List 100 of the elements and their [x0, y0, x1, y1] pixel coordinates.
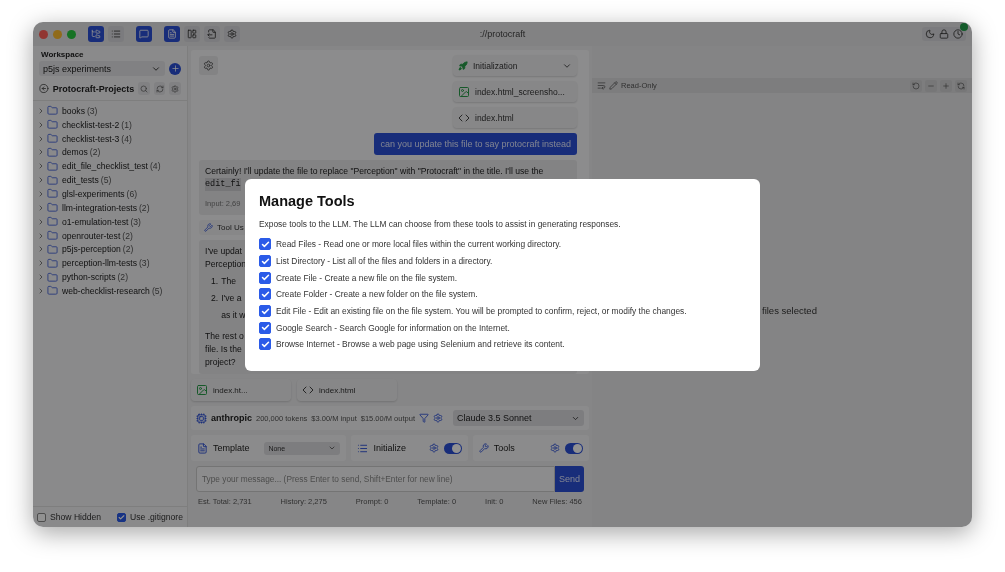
message-text: as it w	[221, 309, 246, 322]
plus-icon	[170, 64, 180, 73]
clock-icon[interactable]	[953, 29, 963, 39]
template-label: Template	[213, 443, 251, 453]
zoom-out-button[interactable]	[925, 79, 937, 92]
message-text: Certainly! I'll update the file to replace "Perception" with "Protocraft" in the title. I'll use the	[205, 165, 544, 178]
empty-message: files selected	[762, 304, 817, 316]
folder-name[interactable]: o1-emulation-test (3)	[62, 216, 141, 227]
window-title: ://protocraft	[479, 29, 526, 39]
moon-icon[interactable]	[925, 29, 935, 39]
add-workspace-button[interactable]	[169, 62, 181, 75]
checkbox[interactable]	[259, 338, 271, 351]
settings-button[interactable]	[169, 82, 181, 95]
initialize-label: Initialize	[373, 443, 407, 453]
folder-name[interactable]: web-checklist-research (5)	[62, 285, 163, 296]
reload-button[interactable]	[955, 79, 967, 92]
user-message: can you update this file to say protocraft instead	[374, 133, 577, 155]
tool-label: List Directory - List all of the files and folders in a directory.	[276, 256, 493, 267]
export-button[interactable]	[204, 26, 220, 42]
folder-name[interactable]: books (3)	[62, 105, 98, 116]
zoom-in-button[interactable]	[940, 79, 952, 92]
chip-icon	[196, 412, 207, 424]
message-text: Perception	[205, 258, 247, 271]
lock-icon[interactable]	[939, 29, 949, 39]
settings-icon[interactable]	[433, 413, 443, 423]
message-text: I've a	[221, 292, 242, 305]
filter-icon[interactable]	[419, 413, 429, 423]
rocket-icon	[458, 60, 468, 71]
folder-name[interactable]: python-scripts (2)	[62, 272, 128, 283]
folder-name[interactable]: checklist-test-3 (4)	[62, 133, 132, 144]
image-icon	[196, 384, 208, 396]
folder-name[interactable]: edit_tests (5)	[62, 175, 112, 186]
chat-icon	[139, 29, 149, 39]
refresh-icon	[957, 81, 965, 90]
checkbox[interactable]	[259, 271, 271, 284]
checkbox-label: Use .gitignore	[129, 512, 183, 522]
tree-button[interactable]	[88, 26, 104, 42]
checkbox[interactable]	[259, 321, 271, 334]
pencil-icon[interactable]	[609, 81, 618, 90]
close-button[interactable]	[39, 29, 48, 39]
back-icon[interactable]	[39, 83, 49, 94]
layout-button[interactable]	[184, 26, 200, 42]
folder-name[interactable]: perception-llm-tests (3)	[62, 258, 150, 269]
settings-button[interactable]	[199, 56, 218, 75]
file-button[interactable]	[164, 26, 180, 42]
initialize-toggle[interactable]	[443, 442, 462, 454]
checkbox[interactable]	[116, 512, 126, 522]
folder-icon	[47, 133, 58, 145]
dialog-description: Expose tools to the LLM. The LLM can choose from these tools to assist in generating responses.	[259, 219, 622, 229]
plus-icon	[942, 81, 950, 90]
tool-label: Read Files - Read one or more local files within the current working directory.	[276, 239, 562, 250]
folder-name[interactable]: llm-integration-tests (2)	[62, 202, 150, 213]
folder-icon	[47, 243, 58, 255]
zoom-button[interactable]	[67, 29, 76, 39]
refresh-button[interactable]	[153, 82, 166, 95]
checkbox[interactable]	[259, 305, 271, 318]
folder-name[interactable]: p5js-perception (2)	[62, 244, 134, 255]
folder-name[interactable]: checklist-test-2 (1)	[62, 119, 132, 130]
attachment-card[interactable]: index.html_screensho...	[453, 81, 577, 102]
message-text: I've updat	[205, 245, 242, 258]
folder-name[interactable]: glsl-experiments (6)	[62, 189, 138, 199]
undo-button[interactable]	[910, 79, 922, 92]
tools-toggle[interactable]	[565, 442, 583, 454]
folder-icon	[47, 105, 58, 117]
wrap-icon[interactable]	[597, 81, 606, 90]
checkbox[interactable]	[259, 288, 271, 301]
settings-icon	[171, 84, 180, 93]
message-text: The rest o	[205, 330, 244, 343]
folder-name[interactable]: openrouter-test (2)	[62, 230, 133, 241]
model-select[interactable]: Claude 3.5 Sonnet	[453, 410, 584, 426]
folder-icon	[47, 119, 58, 131]
send-button[interactable]: Send	[555, 466, 584, 492]
checkbox[interactable]	[259, 255, 271, 268]
checkbox[interactable]	[37, 512, 46, 522]
settings-icon[interactable]	[550, 443, 560, 453]
settings-icon[interactable]	[428, 443, 439, 453]
attachment-card[interactable]: index.html	[453, 107, 577, 128]
tool-label: Create Folder - Create a new folder on the file system.	[276, 289, 478, 300]
wrench-icon	[478, 443, 489, 453]
tool-label: Google Search - Search Google for information on the Internet.	[276, 322, 510, 333]
chat-button[interactable]	[136, 26, 152, 42]
provider-name: anthropic	[211, 413, 252, 423]
checkbox[interactable]	[259, 238, 271, 251]
search-button[interactable]	[138, 82, 150, 95]
refresh-icon	[155, 84, 164, 93]
file-icon	[167, 29, 177, 39]
workspace-select[interactable]: p5js experiments	[39, 61, 165, 76]
attachment-card[interactable]: Initialization	[453, 55, 577, 76]
folder-icon	[47, 285, 58, 297]
folder-icon	[47, 216, 58, 228]
image-icon	[458, 85, 470, 98]
file-card[interactable]: index.html	[297, 379, 397, 401]
file-card[interactable]: index.ht...	[191, 379, 291, 401]
folder-name[interactable]: demos (2)	[62, 147, 101, 158]
folder-name[interactable]: edit_file_checklist_test (4)	[62, 161, 161, 172]
list-button[interactable]	[108, 26, 124, 42]
notification-badge	[960, 23, 968, 31]
tool-label: Browse Internet - Browse a web page using Selenium and retrieve its content.	[276, 339, 565, 350]
settings-button[interactable]	[224, 26, 240, 42]
tool-label: Create File - Create a new file on the file system.	[276, 272, 458, 283]
